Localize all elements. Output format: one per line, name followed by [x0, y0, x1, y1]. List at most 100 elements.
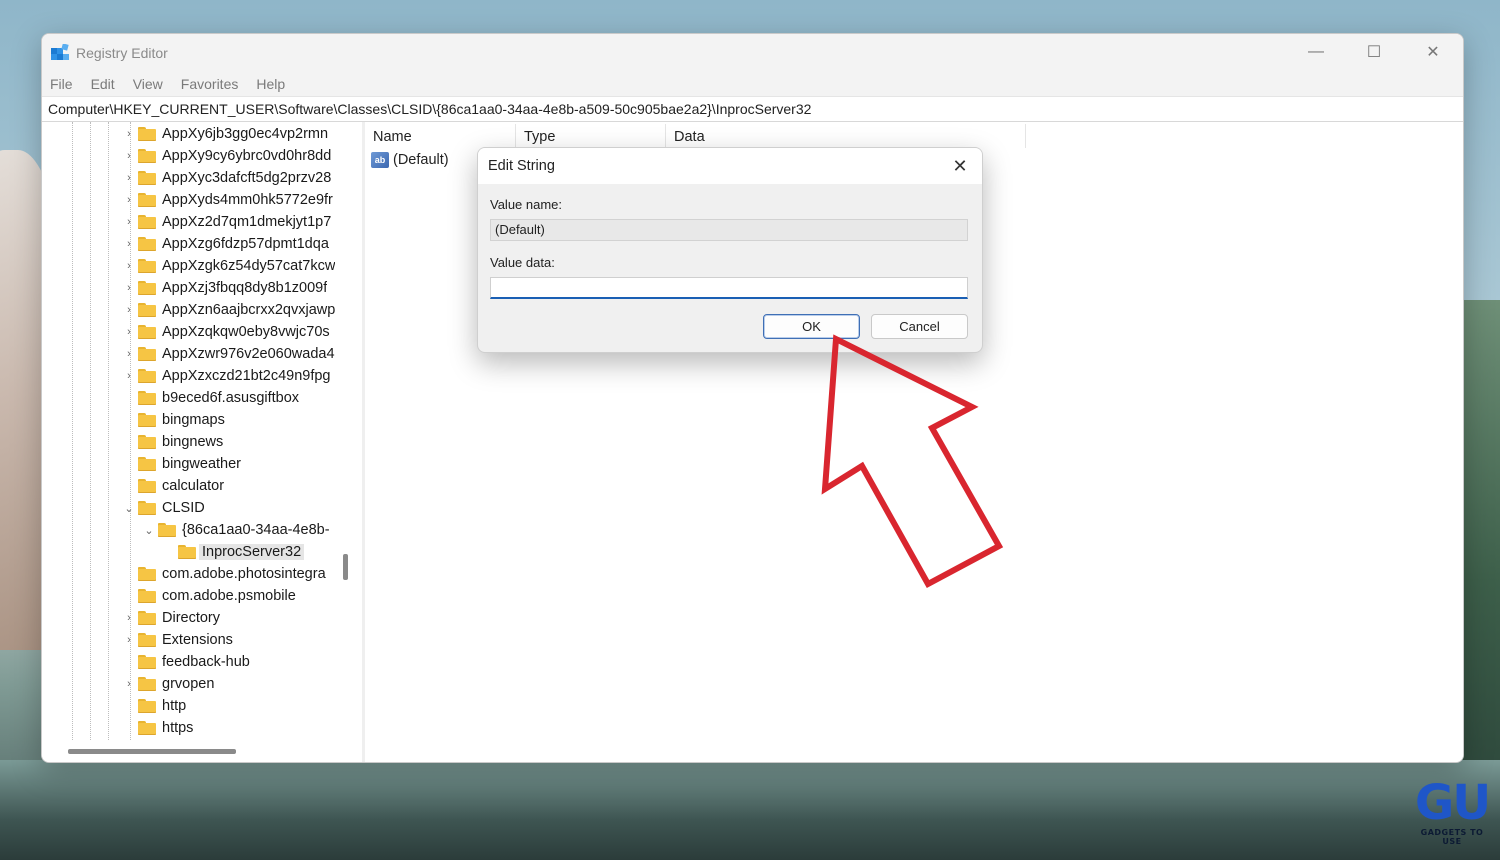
tree-item[interactable]: › grvopen — [122, 673, 337, 695]
folder-icon — [138, 237, 156, 251]
folder-icon — [138, 347, 156, 361]
folder-icon — [178, 545, 196, 559]
collapse-chevron-icon[interactable]: ⌄ — [142, 519, 156, 541]
tree-item-label: AppXzgk6z54dy57cat7kcw — [162, 258, 336, 274]
expand-chevron-icon[interactable]: › — [122, 607, 136, 629]
tree-item-label: AppXz2d7qm1dmekjyt1p7 — [162, 214, 332, 230]
tree-item[interactable]: bingmaps — [122, 409, 337, 431]
expand-chevron-icon[interactable]: › — [122, 277, 136, 299]
tree-item[interactable]: com.adobe.photosintegra — [122, 563, 337, 585]
tree-item-label: InprocServer32 — [199, 544, 305, 560]
tree-vertical-scrollbar[interactable] — [343, 554, 348, 580]
tree-item-label: {86ca1aa0-34aa-4e8b- — [182, 522, 330, 538]
tree-item-label: AppXzqkqw0eby8vwjc70s — [162, 324, 330, 340]
expand-chevron-icon[interactable]: › — [122, 299, 136, 321]
tree-item[interactable]: http — [122, 695, 337, 717]
expand-chevron-icon — [122, 387, 136, 409]
tree-item[interactable]: › AppXy6jb3gg0ec4vp2rmn — [122, 123, 337, 145]
tree-item[interactable]: › Extensions — [122, 629, 337, 651]
expand-chevron-icon — [122, 475, 136, 497]
tree-item-label: com.adobe.psmobile — [162, 588, 296, 604]
ok-button[interactable]: OK — [763, 314, 860, 339]
tree-item[interactable]: › AppXyds4mm0hk5772e9fr — [122, 189, 337, 211]
expand-chevron-icon[interactable]: › — [122, 233, 136, 255]
minimize-button[interactable]: — — [1287, 34, 1345, 70]
column-header-type[interactable]: Type — [516, 124, 666, 148]
tree-item[interactable]: › Directory — [122, 607, 337, 629]
column-header-data[interactable]: Data — [666, 124, 1026, 148]
tree-item[interactable]: › AppXzwr976v2e060wada4 — [122, 343, 337, 365]
dialog-close-icon[interactable]: ✕ — [948, 154, 972, 178]
tree-item-label: AppXzn6aajbcrxx2qvxjawp — [162, 302, 336, 318]
values-list-header: Name Type Data — [365, 124, 1026, 148]
menu-view[interactable]: View — [133, 76, 163, 92]
value-data-label: Value data: — [490, 255, 555, 270]
maximize-button[interactable]: ☐ — [1345, 34, 1403, 70]
tree-item[interactable]: › AppXzn6aajbcrxx2qvxjawp — [122, 299, 337, 321]
tree-item-label: b9eced6f.asusgiftbox — [162, 390, 300, 406]
expand-chevron-icon[interactable]: › — [122, 189, 136, 211]
expand-chevron-icon[interactable]: › — [122, 123, 136, 145]
tree-item[interactable]: ⌄ {86ca1aa0-34aa-4e8b- — [142, 519, 337, 541]
menu-edit[interactable]: Edit — [91, 76, 115, 92]
key-tree-pane[interactable]: › AppXy6jb3gg0ec4vp2rmn › AppXy9cy6ybrc0vd0… — [42, 122, 363, 762]
folder-icon — [138, 413, 156, 427]
expand-chevron-icon — [122, 695, 136, 717]
tree-horizontal-scrollbar[interactable] — [68, 749, 236, 754]
expand-chevron-icon[interactable]: › — [122, 255, 136, 277]
expand-chevron-icon[interactable]: › — [122, 365, 136, 387]
watermark-tagline: GADGETS TO USE — [1420, 828, 1484, 846]
menu-help[interactable]: Help — [256, 76, 285, 92]
expand-chevron-icon[interactable]: › — [122, 211, 136, 233]
tree-item[interactable]: InprocServer32 — [162, 541, 337, 563]
folder-icon — [138, 655, 156, 669]
folder-icon — [138, 567, 156, 581]
registry-editor-window: Registry Editor — ☐ ✕ File Edit View Fav… — [41, 33, 1464, 763]
tree-item[interactable]: › AppXzgk6z54dy57cat7kcw — [122, 255, 337, 277]
tree-item[interactable]: bingnews — [122, 431, 337, 453]
folder-icon — [138, 391, 156, 405]
expand-chevron-icon[interactable]: › — [122, 343, 136, 365]
tree-item[interactable]: › AppXzg6fdzp57dpmt1dqa — [122, 233, 337, 255]
tree-item[interactable]: › AppXy9cy6ybrc0vd0hr8dd — [122, 145, 337, 167]
tree-item-label: Extensions — [162, 632, 233, 648]
window-title: Registry Editor — [76, 45, 168, 61]
cancel-button[interactable]: Cancel — [871, 314, 968, 339]
column-header-name[interactable]: Name — [365, 124, 516, 148]
expand-chevron-icon[interactable]: › — [122, 321, 136, 343]
tree-item[interactable]: https — [122, 717, 337, 739]
tree-item-label: AppXyds4mm0hk5772e9fr — [162, 192, 333, 208]
tree-item-label: AppXzj3fbqq8dy8b1z009f — [162, 280, 328, 296]
tree-item[interactable]: › AppXzj3fbqq8dy8b1z009f — [122, 277, 337, 299]
expand-chevron-icon — [122, 409, 136, 431]
value-data-input[interactable] — [490, 277, 968, 299]
address-bar[interactable]: Computer\HKEY_CURRENT_USER\Software\Clas… — [42, 96, 1463, 122]
expand-chevron-icon — [162, 541, 176, 563]
folder-icon — [138, 369, 156, 383]
tree-item[interactable]: com.adobe.psmobile — [122, 585, 337, 607]
expand-chevron-icon[interactable]: › — [122, 145, 136, 167]
expand-chevron-icon[interactable]: › — [122, 673, 136, 695]
tree-item[interactable]: feedback-hub — [122, 651, 337, 673]
expand-chevron-icon[interactable]: › — [122, 629, 136, 651]
tree-item[interactable]: › AppXz2d7qm1dmekjyt1p7 — [122, 211, 337, 233]
tree-item[interactable]: › AppXyc3dafcft5dg2przv28 — [122, 167, 337, 189]
tree-item-label: AppXy6jb3gg0ec4vp2rmn — [162, 126, 329, 142]
tree-item[interactable]: › AppXzqkqw0eby8vwjc70s — [122, 321, 337, 343]
tree-item[interactable]: ⌄ CLSID — [122, 497, 337, 519]
dialog-title-bar[interactable]: Edit String ✕ — [478, 148, 982, 184]
close-button[interactable]: ✕ — [1404, 34, 1462, 70]
tree-item[interactable]: › AppXzxczd21bt2c49n9fpg — [122, 365, 337, 387]
title-bar[interactable]: Registry Editor — ☐ ✕ — [42, 34, 1463, 72]
menu-file[interactable]: File — [50, 76, 73, 92]
tree-item[interactable]: b9eced6f.asusgiftbox — [122, 387, 337, 409]
tree-item[interactable]: bingweather — [122, 453, 337, 475]
dialog-title: Edit String — [488, 158, 555, 174]
menu-favorites[interactable]: Favorites — [181, 76, 239, 92]
value-row-default[interactable]: ab (Default) — [371, 152, 449, 168]
folder-icon — [138, 721, 156, 735]
expand-chevron-icon[interactable]: › — [122, 167, 136, 189]
collapse-chevron-icon[interactable]: ⌄ — [122, 497, 136, 519]
tree-item-label: AppXyc3dafcft5dg2przv28 — [162, 170, 332, 186]
tree-item[interactable]: calculator — [122, 475, 337, 497]
